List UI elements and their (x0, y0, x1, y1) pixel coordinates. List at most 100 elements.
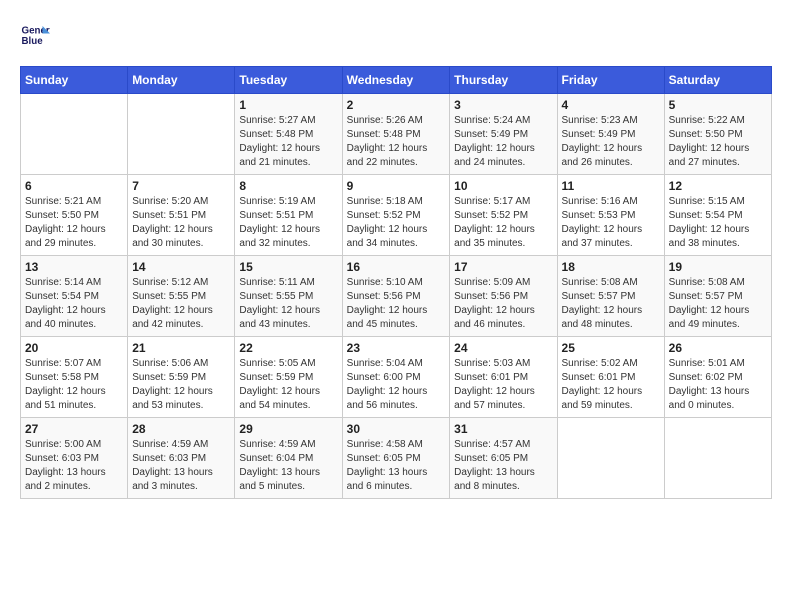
calendar-cell: 5Sunrise: 5:22 AM Sunset: 5:50 PM Daylig… (664, 94, 771, 175)
day-info: Sunrise: 5:20 AM Sunset: 5:51 PM Dayligh… (132, 195, 230, 251)
day-info: Sunrise: 5:01 AM Sunset: 6:02 PM Dayligh… (669, 357, 767, 413)
day-info: Sunrise: 5:19 AM Sunset: 5:51 PM Dayligh… (239, 195, 337, 251)
day-number: 23 (347, 341, 446, 355)
calendar-body: 1 Sunrise: 5:27 AM Sunset: 5:48 PM Daylig… (21, 94, 772, 499)
svg-text:Blue: Blue (22, 36, 44, 47)
day-number: 30 (347, 422, 446, 436)
day-info: Sunrise: 5:23 AM Sunset: 5:49 PM Dayligh… (562, 114, 660, 170)
calendar-cell: 6Sunrise: 5:21 AM Sunset: 5:50 PM Daylig… (21, 175, 128, 256)
day-info: Sunrise: 4:59 AM Sunset: 6:04 PM Dayligh… (239, 438, 337, 494)
weekday-header: Saturday (664, 67, 771, 94)
day-number: 3 (454, 98, 552, 112)
day-number: 29 (239, 422, 337, 436)
calendar-cell: 3 Sunrise: 5:24 AM Sunset: 5:49 PM Daylig… (450, 94, 557, 175)
day-number: 31 (454, 422, 552, 436)
day-number: 15 (239, 260, 337, 274)
calendar-cell: 20Sunrise: 5:07 AM Sunset: 5:58 PM Dayli… (21, 337, 128, 418)
day-info: Sunrise: 5:22 AM Sunset: 5:50 PM Dayligh… (669, 114, 767, 170)
day-number: 17 (454, 260, 552, 274)
day-number: 16 (347, 260, 446, 274)
day-number: 4 (562, 98, 660, 112)
calendar-week-row: 6Sunrise: 5:21 AM Sunset: 5:50 PM Daylig… (21, 175, 772, 256)
day-number: 27 (25, 422, 123, 436)
calendar-cell: 7 Sunrise: 5:20 AM Sunset: 5:51 PM Daylig… (128, 175, 235, 256)
day-info: Sunrise: 4:57 AM Sunset: 6:05 PM Dayligh… (454, 438, 552, 494)
calendar-cell: 28 Sunrise: 4:59 AM Sunset: 6:03 PM Dayli… (128, 418, 235, 499)
day-info: Sunrise: 5:21 AM Sunset: 5:50 PM Dayligh… (25, 195, 123, 251)
calendar-cell: 21Sunrise: 5:06 AM Sunset: 5:59 PM Dayli… (128, 337, 235, 418)
day-info: Sunrise: 4:59 AM Sunset: 6:03 PM Dayligh… (132, 438, 230, 494)
day-info: Sunrise: 5:02 AM Sunset: 6:01 PM Dayligh… (562, 357, 660, 413)
day-info: Sunrise: 5:26 AM Sunset: 5:48 PM Dayligh… (347, 114, 446, 170)
day-number: 7 (132, 179, 230, 193)
day-number: 19 (669, 260, 767, 274)
calendar-cell: 10 Sunrise: 5:17 AM Sunset: 5:52 PM Dayli… (450, 175, 557, 256)
calendar-cell: 13Sunrise: 5:14 AM Sunset: 5:54 PM Dayli… (21, 256, 128, 337)
calendar-week-row: 13Sunrise: 5:14 AM Sunset: 5:54 PM Dayli… (21, 256, 772, 337)
day-info: Sunrise: 5:11 AM Sunset: 5:55 PM Dayligh… (239, 276, 337, 332)
day-info: Sunrise: 5:12 AM Sunset: 5:55 PM Dayligh… (132, 276, 230, 332)
day-info: Sunrise: 5:17 AM Sunset: 5:52 PM Dayligh… (454, 195, 552, 251)
calendar-cell (664, 418, 771, 499)
day-info: Sunrise: 5:09 AM Sunset: 5:56 PM Dayligh… (454, 276, 552, 332)
calendar-cell: 22 Sunrise: 5:05 AM Sunset: 5:59 PM Dayli… (235, 337, 342, 418)
weekday-header: Sunday (21, 67, 128, 94)
day-number: 11 (562, 179, 660, 193)
calendar-cell: 25 Sunrise: 5:02 AM Sunset: 6:01 PM Dayli… (557, 337, 664, 418)
calendar-cell (557, 418, 664, 499)
day-number: 28 (132, 422, 230, 436)
calendar-cell: 8 Sunrise: 5:19 AM Sunset: 5:51 PM Daylig… (235, 175, 342, 256)
calendar-cell: 15 Sunrise: 5:11 AM Sunset: 5:55 PM Dayli… (235, 256, 342, 337)
logo-icon: General Blue (20, 20, 50, 50)
calendar-cell: 27 Sunrise: 5:00 AM Sunset: 6:03 PM Dayli… (21, 418, 128, 499)
day-info: Sunrise: 5:08 AM Sunset: 5:57 PM Dayligh… (669, 276, 767, 332)
day-info: Sunrise: 5:14 AM Sunset: 5:54 PM Dayligh… (25, 276, 123, 332)
calendar-week-row: 20Sunrise: 5:07 AM Sunset: 5:58 PM Dayli… (21, 337, 772, 418)
day-info: Sunrise: 5:27 AM Sunset: 5:48 PM Dayligh… (239, 114, 337, 170)
day-info: Sunrise: 5:15 AM Sunset: 5:54 PM Dayligh… (669, 195, 767, 251)
weekday-header: Tuesday (235, 67, 342, 94)
calendar-cell: 14 Sunrise: 5:12 AM Sunset: 5:55 PM Dayli… (128, 256, 235, 337)
calendar-cell: 18 Sunrise: 5:08 AM Sunset: 5:57 PM Dayli… (557, 256, 664, 337)
day-number: 8 (239, 179, 337, 193)
weekday-header: Thursday (450, 67, 557, 94)
weekday-header: Monday (128, 67, 235, 94)
day-info: Sunrise: 5:06 AM Sunset: 5:59 PM Dayligh… (132, 357, 230, 413)
calendar-cell: 12Sunrise: 5:15 AM Sunset: 5:54 PM Dayli… (664, 175, 771, 256)
day-info: Sunrise: 5:08 AM Sunset: 5:57 PM Dayligh… (562, 276, 660, 332)
calendar-cell: 1 Sunrise: 5:27 AM Sunset: 5:48 PM Daylig… (235, 94, 342, 175)
day-number: 26 (669, 341, 767, 355)
calendar-cell: 24Sunrise: 5:03 AM Sunset: 6:01 PM Dayli… (450, 337, 557, 418)
calendar-cell: 17 Sunrise: 5:09 AM Sunset: 5:56 PM Dayli… (450, 256, 557, 337)
header: General Blue (20, 20, 772, 50)
calendar-cell: 19 Sunrise: 5:08 AM Sunset: 5:57 PM Dayli… (664, 256, 771, 337)
calendar-cell: 30Sunrise: 4:58 AM Sunset: 6:05 PM Dayli… (342, 418, 450, 499)
day-number: 2 (347, 98, 446, 112)
day-info: Sunrise: 5:16 AM Sunset: 5:53 PM Dayligh… (562, 195, 660, 251)
calendar-cell: 4 Sunrise: 5:23 AM Sunset: 5:49 PM Daylig… (557, 94, 664, 175)
day-number: 24 (454, 341, 552, 355)
day-number: 14 (132, 260, 230, 274)
calendar-week-row: 1 Sunrise: 5:27 AM Sunset: 5:48 PM Daylig… (21, 94, 772, 175)
calendar-cell: 11 Sunrise: 5:16 AM Sunset: 5:53 PM Dayli… (557, 175, 664, 256)
calendar-cell (128, 94, 235, 175)
day-info: Sunrise: 5:10 AM Sunset: 5:56 PM Dayligh… (347, 276, 446, 332)
weekday-header: Friday (557, 67, 664, 94)
day-info: Sunrise: 5:04 AM Sunset: 6:00 PM Dayligh… (347, 357, 446, 413)
day-info: Sunrise: 5:00 AM Sunset: 6:03 PM Dayligh… (25, 438, 123, 494)
day-number: 18 (562, 260, 660, 274)
weekday-header: Wednesday (342, 67, 450, 94)
day-info: Sunrise: 5:07 AM Sunset: 5:58 PM Dayligh… (25, 357, 123, 413)
logo: General Blue (20, 20, 54, 50)
calendar-header: SundayMondayTuesdayWednesdayThursdayFrid… (21, 67, 772, 94)
day-number: 1 (239, 98, 337, 112)
day-number: 22 (239, 341, 337, 355)
calendar-cell: 26 Sunrise: 5:01 AM Sunset: 6:02 PM Dayli… (664, 337, 771, 418)
day-info: Sunrise: 5:05 AM Sunset: 5:59 PM Dayligh… (239, 357, 337, 413)
day-info: Sunrise: 5:24 AM Sunset: 5:49 PM Dayligh… (454, 114, 552, 170)
calendar-table: SundayMondayTuesdayWednesdayThursdayFrid… (20, 66, 772, 499)
calendar-cell: 31 Sunrise: 4:57 AM Sunset: 6:05 PM Dayli… (450, 418, 557, 499)
day-number: 10 (454, 179, 552, 193)
day-number: 25 (562, 341, 660, 355)
day-number: 9 (347, 179, 446, 193)
